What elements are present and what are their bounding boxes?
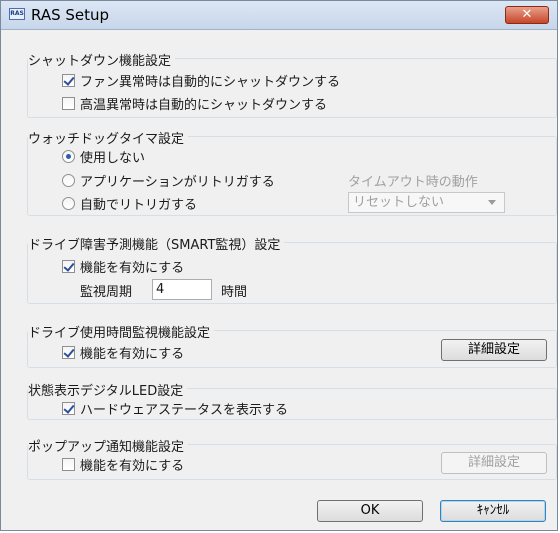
timeout-action-select[interactable]: リセットしない [348,192,505,213]
temp-shutdown-checkbox[interactable] [62,97,75,110]
temp-shutdown-option[interactable]: 高温異常時は自動的にシャットダウンする [62,94,327,113]
timeout-action-value: リセットしない [353,195,445,210]
window-title: RAS Setup [31,6,110,24]
popup-enable-label: 機能を有効にする [80,459,185,474]
smart-enable-option[interactable]: 機能を有効にする [62,257,184,276]
popup-enable-option[interactable]: 機能を有効にする [62,455,184,474]
watchdog-group: ウォッチドッグタイマ設定 使用しない アプリケーションがリトリガする 自動でリト… [27,128,557,216]
usage-enable-checkbox[interactable] [62,346,75,359]
watchdog-option-none-label: 使用しない [80,151,146,166]
ras-setup-window: RAS RAS Setup ✕ シャットダウン機能設定 ファン異常時は自動的にシ… [0,0,558,531]
led-hw-label: ハードウェアステータスを表示する [80,403,289,418]
usage-enable-label: 機能を有効にする [80,347,185,362]
usage-group-label: ドライブ使用時間監視機能設定 [28,322,215,341]
watchdog-option-auto[interactable]: 自動でリトリガする [62,194,197,213]
smart-enable-label: 機能を有効にする [80,261,185,276]
shutdown-group: シャットダウン機能設定 ファン異常時は自動的にシャットダウンする 高温異常時は自… [27,50,557,118]
temp-shutdown-label: 高温異常時は自動的にシャットダウンする [80,98,328,113]
cancel-button[interactable]: ｷｬﾝｾﾙ [440,500,546,522]
smart-enable-checkbox[interactable] [62,260,75,273]
popup-group: ポップアップ通知機能設定 機能を有効にする 詳細設定 [27,436,557,480]
watchdog-radio-auto[interactable] [62,197,75,210]
led-group-label: 状態表示デジタルLED設定 [28,380,188,399]
shutdown-group-label: シャットダウン機能設定 [28,50,176,69]
smart-group-label: ドライブ障害予測機能（SMART監視）設定 [28,234,285,253]
dialog-body: シャットダウン機能設定 ファン異常時は自動的にシャットダウンする 高温異常時は自… [1,30,557,530]
watchdog-radio-app[interactable] [62,174,75,187]
app-icon: RAS [9,8,25,20]
close-button[interactable]: ✕ [505,6,549,24]
watchdog-group-label: ウォッチドッグタイマ設定 [28,128,189,147]
smart-group: ドライブ障害予測機能（SMART監視）設定 機能を有効にする 監視周期 4 時間 [27,234,557,304]
usage-enable-option[interactable]: 機能を有効にする [62,343,184,362]
popup-group-label: ポップアップ通知機能設定 [28,436,189,455]
fan-shutdown-label: ファン異常時は自動的にシャットダウンする [80,75,341,90]
fan-shutdown-checkbox[interactable] [62,74,75,87]
usage-group: ドライブ使用時間監視機能設定 機能を有効にする 詳細設定 [27,322,557,368]
led-hw-option[interactable]: ハードウェアステータスを表示する [62,399,288,418]
smart-period-input[interactable]: 4 [152,279,212,300]
watchdog-option-auto-label: 自動でリトリガする [80,198,198,213]
popup-enable-checkbox[interactable] [62,458,75,471]
smart-period-label: 監視周期 [80,285,133,300]
ok-button[interactable]: OK [317,500,423,522]
smart-period-unit: 時間 [221,285,248,300]
watchdog-option-none[interactable]: 使用しない [62,147,145,166]
timeout-action-label: タイムアウト時の動作 [348,175,478,190]
title-bar[interactable]: RAS RAS Setup ✕ [1,1,557,30]
popup-detail-button[interactable]: 詳細設定 [441,452,547,474]
led-hw-checkbox[interactable] [62,402,75,415]
close-icon: ✕ [521,7,533,22]
fan-shutdown-option[interactable]: ファン異常時は自動的にシャットダウンする [62,71,340,90]
usage-detail-button[interactable]: 詳細設定 [441,339,547,361]
chevron-down-icon [488,200,496,205]
watchdog-option-app-label: アプリケーションがリトリガする [80,175,275,190]
watchdog-option-app[interactable]: アプリケーションがリトリガする [62,171,275,190]
watchdog-radio-none[interactable] [62,150,75,163]
led-group: 状態表示デジタルLED設定 ハードウェアステータスを表示する [27,380,557,420]
